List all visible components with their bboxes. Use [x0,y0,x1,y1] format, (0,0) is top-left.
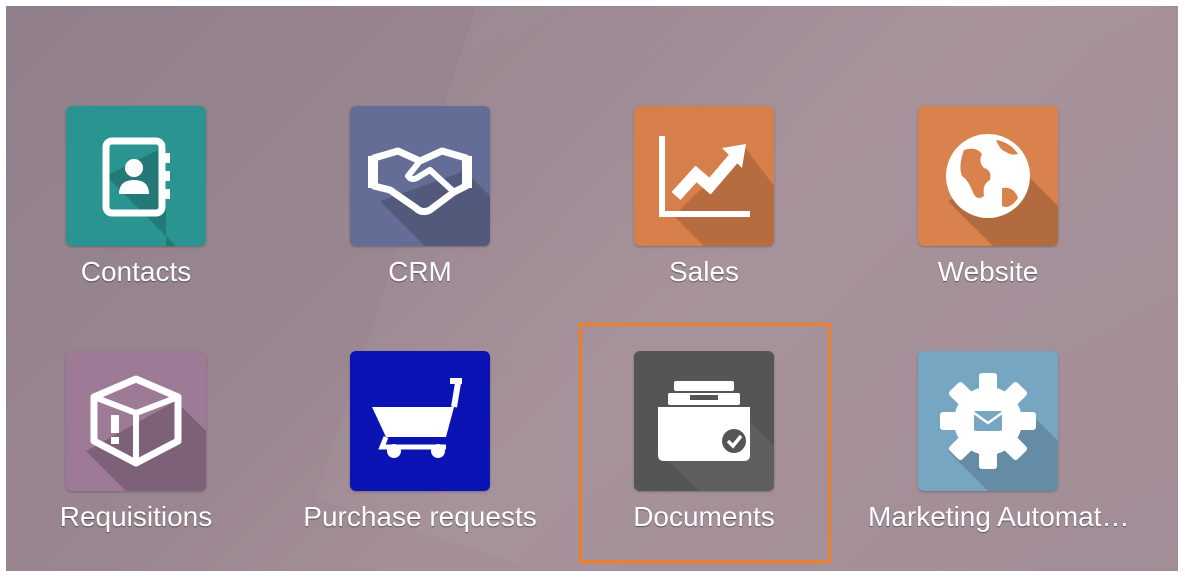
app-label: Sales [668,256,740,287]
app-label: CRM [388,256,452,287]
gear-envelope-icon [940,373,1036,469]
crm-tile[interactable] [350,106,490,246]
app-marketing-automation[interactable]: Marketing Automat… [868,351,1130,551]
marketing-automation-tile[interactable] [918,351,1058,491]
app-crm[interactable]: CRM [300,106,540,306]
sales-tile[interactable] [634,106,774,246]
contacts-tile[interactable] [66,106,206,246]
purchase-requests-tile[interactable] [350,351,490,491]
app-label: Marketing Automat… [868,501,1130,532]
website-tile[interactable] [918,106,1058,246]
requisitions-tile[interactable] [66,351,206,491]
app-label: Requisitions [59,501,213,532]
chart-line-icon [659,136,750,217]
app-purchase-requests[interactable]: Purchase requests [300,351,540,551]
home-menu: Contacts CRM Sales Website Requisitions … [6,6,1178,571]
box-exclamation-icon [90,375,182,467]
documents-highlight-frame [579,323,831,563]
handshake-icon [368,147,472,216]
app-website[interactable]: Website [868,106,1108,306]
app-label: Website [937,256,1039,287]
globe-icon [946,134,1030,218]
app-sales[interactable]: Sales [584,106,824,306]
app-requisitions[interactable]: Requisitions [16,351,256,551]
app-contacts[interactable]: Contacts [16,106,256,306]
shopping-cart-icon [372,378,462,458]
contacts-icon [102,137,170,217]
app-label: Purchase requests [303,501,537,532]
app-label: Contacts [80,256,192,287]
